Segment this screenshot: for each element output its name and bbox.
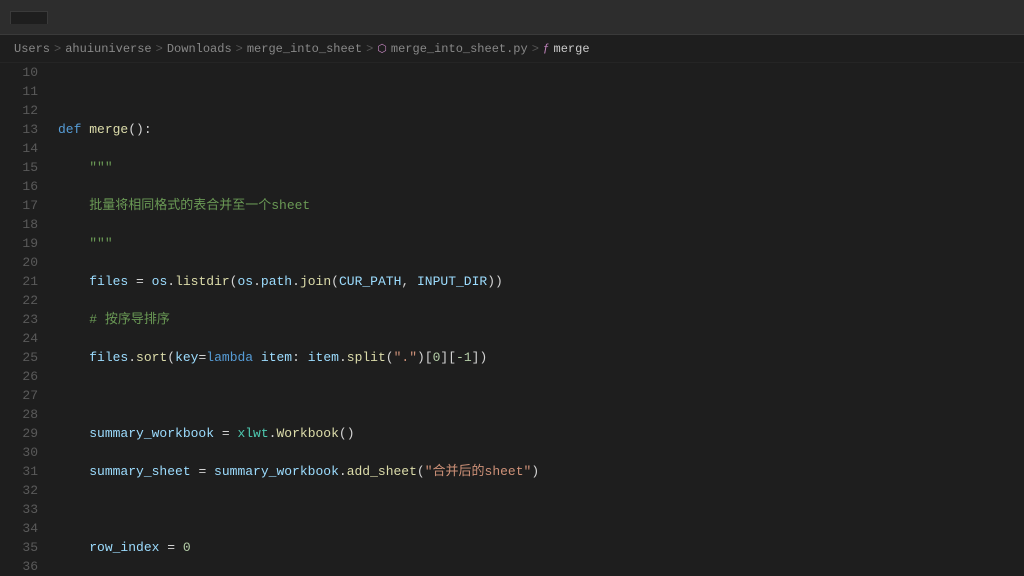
ln-25: 25 (0, 348, 38, 367)
ln-16: 16 (0, 177, 38, 196)
code-line-18 (58, 386, 1024, 405)
ln-13: 13 (0, 120, 38, 139)
breadcrumb-downloads[interactable]: Downloads (167, 42, 232, 56)
ln-34: 34 (0, 519, 38, 538)
ln-19: 19 (0, 234, 38, 253)
breadcrumb: Users > ahuiuniverse > Downloads > merge… (0, 35, 1024, 63)
ln-30: 30 (0, 443, 38, 462)
ln-12: 12 (0, 101, 38, 120)
breadcrumb-merge-into-sheet[interactable]: merge_into_sheet (247, 42, 362, 56)
ln-36: 36 (0, 557, 38, 576)
ln-18: 18 (0, 215, 38, 234)
ln-11: 11 (0, 82, 38, 101)
ln-24: 24 (0, 329, 38, 348)
ln-22: 22 (0, 291, 38, 310)
code-line-14: """ (58, 234, 1024, 253)
ln-14: 14 (0, 139, 38, 158)
ln-20: 20 (0, 253, 38, 272)
code-line-19: summary_workbook = xlwt.Workbook() (58, 424, 1024, 443)
ln-17: 17 (0, 196, 38, 215)
code-line-16: # 按序导排序 (58, 310, 1024, 329)
code-line-13: 批量将相同格式的表合并至一个sheet (58, 196, 1024, 215)
ln-35: 35 (0, 538, 38, 557)
code-line-11: def merge(): (58, 120, 1024, 139)
ln-33: 33 (0, 500, 38, 519)
code-content[interactable]: def merge(): """ 批量将相同格式的表合并至一个sheet """… (48, 63, 1024, 576)
breadcrumb-sep-2: > (156, 42, 163, 56)
breadcrumb-sep-3: > (236, 42, 243, 56)
breadcrumb-function[interactable]: merge (554, 42, 590, 56)
ln-32: 32 (0, 481, 38, 500)
breadcrumb-filename[interactable]: merge_into_sheet.py (391, 42, 528, 56)
breadcrumb-sep-1: > (54, 42, 61, 56)
editor: 10 11 12 13 14 15 16 17 18 19 20 21 22 2… (0, 63, 1024, 576)
ln-23: 23 (0, 310, 38, 329)
breadcrumb-sep-5: > (532, 42, 539, 56)
breadcrumb-sep-4: > (366, 42, 373, 56)
ln-10: 10 (0, 63, 38, 82)
file-icon: ⬡ (377, 42, 387, 56)
code-line-20: summary_sheet = summary_workbook.add_she… (58, 462, 1024, 481)
ln-21: 21 (0, 272, 38, 291)
code-line-17: files.sort(key=lambda item: item.split("… (58, 348, 1024, 367)
function-icon: ƒ (543, 43, 550, 55)
editor-tab[interactable] (10, 11, 48, 24)
code-line-12: """ (58, 158, 1024, 177)
ln-28: 28 (0, 405, 38, 424)
breadcrumb-users[interactable]: Users (14, 42, 50, 56)
ln-29: 29 (0, 424, 38, 443)
ln-27: 27 (0, 386, 38, 405)
code-line-22: row_index = 0 (58, 538, 1024, 557)
ln-26: 26 (0, 367, 38, 386)
line-numbers: 10 11 12 13 14 15 16 17 18 19 20 21 22 2… (0, 63, 48, 576)
ln-31: 31 (0, 462, 38, 481)
code-line-21 (58, 500, 1024, 519)
breadcrumb-ahuiuniverse[interactable]: ahuiuniverse (65, 42, 151, 56)
title-bar (0, 0, 1024, 35)
code-line-15: files = os.listdir(os.path.join(CUR_PATH… (58, 272, 1024, 291)
code-line-10 (58, 82, 1024, 101)
ln-15: 15 (0, 158, 38, 177)
